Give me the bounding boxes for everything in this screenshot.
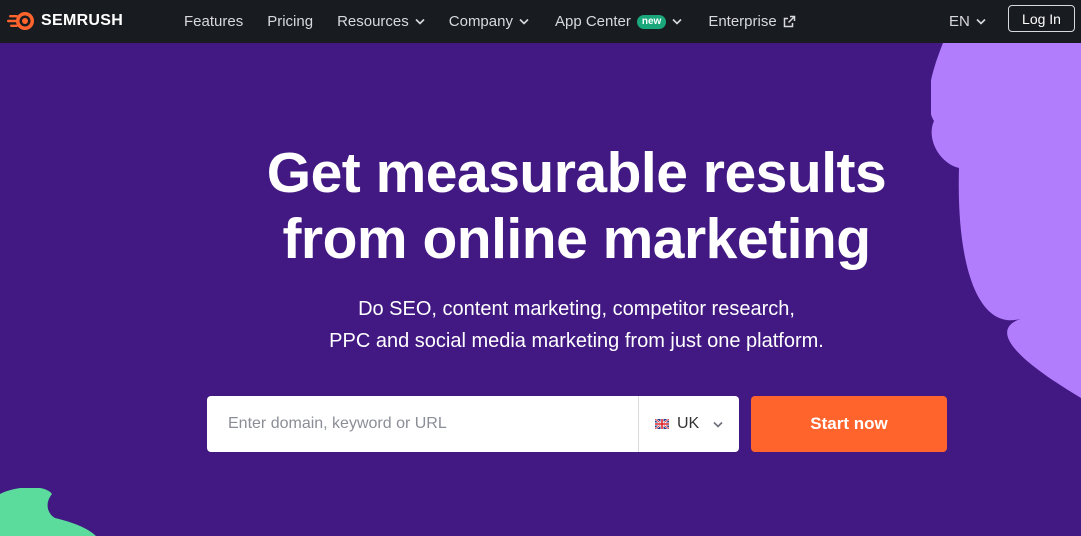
decorative-purple-shape xyxy=(931,43,1081,398)
hero-subtitle-line-1: Do SEO, content marketing, competitor re… xyxy=(358,298,795,320)
top-navigation: SEMRUSH Features Pricing Resources Compa… xyxy=(0,0,1081,43)
nav-item-app-center[interactable]: App Center new xyxy=(555,13,682,30)
chevron-down-icon xyxy=(976,18,986,25)
nav-item-enterprise[interactable]: Enterprise xyxy=(708,13,795,30)
hero-title-line-2: from online marketing xyxy=(282,207,871,271)
hero-subtitle-line-2: PPC and social media marketing from just… xyxy=(329,330,824,352)
domain-search-input[interactable] xyxy=(207,396,638,452)
language-selector[interactable]: EN xyxy=(949,0,986,43)
semrush-flame-icon xyxy=(7,12,34,30)
nav-label: Enterprise xyxy=(708,13,777,30)
database-select[interactable]: UK xyxy=(638,396,739,452)
chevron-down-icon xyxy=(519,18,529,25)
brand-name: SEMRUSH xyxy=(41,12,124,29)
hero-title: Get measurable results from online marke… xyxy=(0,140,1081,272)
nav-label: App Center xyxy=(554,13,631,30)
nav-label: Pricing xyxy=(267,13,314,30)
nav-label: Company xyxy=(448,13,513,30)
chevron-down-icon xyxy=(672,18,682,25)
external-link-icon xyxy=(783,15,795,28)
start-now-button[interactable]: Start now xyxy=(751,396,947,452)
nav-item-resources[interactable]: Resources xyxy=(337,13,425,30)
chevron-down-icon xyxy=(713,421,723,428)
database-label: UK xyxy=(677,415,700,432)
uk-flag-icon xyxy=(655,419,669,429)
nav-item-company[interactable]: Company xyxy=(449,13,529,30)
decorative-green-shape xyxy=(0,488,96,536)
nav-label: Resources xyxy=(337,13,409,30)
nav-label: Features xyxy=(184,13,244,30)
hero-title-line-1: Get measurable results xyxy=(266,141,887,205)
semrush-logo[interactable]: SEMRUSH xyxy=(7,9,123,33)
nav-item-pricing[interactable]: Pricing xyxy=(267,13,313,30)
nav-item-features[interactable]: Features xyxy=(184,13,243,30)
chevron-down-icon xyxy=(415,18,425,25)
login-button[interactable]: Log In xyxy=(1008,5,1075,32)
hero-subtitle: Do SEO, content marketing, competitor re… xyxy=(0,293,1081,357)
language-label: EN xyxy=(949,13,970,30)
search-form: UK xyxy=(207,396,739,452)
new-badge: new xyxy=(636,14,667,29)
